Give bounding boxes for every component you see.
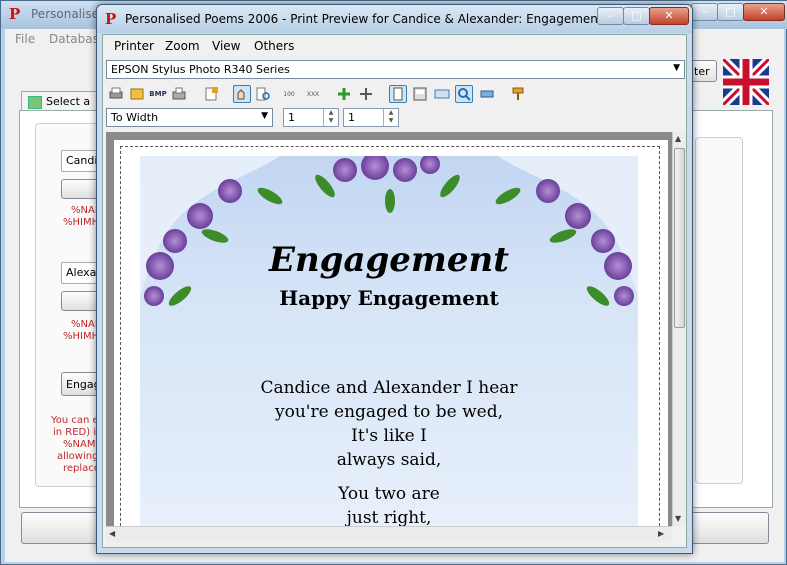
menu-printer[interactable]: Printer <box>114 39 154 53</box>
main-close-button[interactable]: ✕ <box>743 3 785 21</box>
scroll-left-icon[interactable]: ◀ <box>109 529 115 538</box>
scroll-right-icon[interactable]: ▶ <box>658 529 664 538</box>
right-group <box>695 137 743 484</box>
page-from-spinner[interactable]: 1 ▲ ▼ <box>283 108 339 127</box>
tab-icon <box>28 96 42 109</box>
preview-menubar: Printer Zoom View Others <box>103 35 686 59</box>
poem-line-1: Candice and Alexander I hear <box>260 378 518 398</box>
chevron-down-icon: ▼ <box>673 63 680 73</box>
poem-subtitle: Happy Engagement <box>279 286 499 310</box>
zoom-select[interactable]: To Width ▼ <box>106 108 273 127</box>
printer-setup-icon[interactable] <box>170 85 188 103</box>
scroll-down-icon[interactable]: ▼ <box>675 514 681 523</box>
poem-line-3: It's like I <box>351 426 427 446</box>
main-minimize-button[interactable]: – <box>691 3 718 21</box>
page-setup-icon[interactable] <box>202 85 220 103</box>
hand-tool-icon[interactable] <box>233 85 251 103</box>
paint-icon[interactable] <box>509 85 527 103</box>
zoom-xxx-text: XXX <box>306 90 320 98</box>
poem-line-6: just right, <box>346 508 432 526</box>
zoom-100-text: 100 <box>283 90 295 98</box>
main-maximize-button[interactable]: □ <box>717 3 744 21</box>
spinner-arrows-icon[interactable]: ▲ ▼ <box>383 109 398 126</box>
menu-file[interactable]: File <box>15 32 35 46</box>
zoom-width-icon[interactable] <box>254 85 272 103</box>
print-preview-window: P Personalised Poems 2006 - Print Previe… <box>96 4 693 554</box>
printer-select[interactable]: EPSON Stylus Photo R340 Series ▼ <box>106 60 685 79</box>
bmp-icon[interactable]: BMP <box>149 85 167 103</box>
fit-icon[interactable] <box>478 85 496 103</box>
preview-close-button[interactable]: ✕ <box>649 7 689 25</box>
preview-toolbar: BMP 100 XXX <box>103 82 686 106</box>
horizontal-scrollbar[interactable]: ◀ ▶ <box>106 526 672 542</box>
right-partial-button[interactable]: ter <box>691 60 717 82</box>
preview-title-bar: P Personalised Poems 2006 - Print Previe… <box>97 5 692 33</box>
menu-others[interactable]: Others <box>254 39 294 53</box>
preview-logo-icon: P <box>105 10 117 28</box>
multi-page-icon[interactable] <box>433 85 451 103</box>
scroll-thumb[interactable] <box>674 148 685 328</box>
zoom-out-icon[interactable] <box>357 85 375 103</box>
zoom-select-value: To Width <box>111 111 159 124</box>
zoom-100-icon[interactable]: 100 <box>280 85 298 103</box>
poem-line-2: you're engaged to be wed, <box>274 402 504 422</box>
zoom-in-icon[interactable] <box>335 85 353 103</box>
app-logo-icon: P <box>9 5 21 23</box>
zoom-xxx-icon[interactable]: XXX <box>304 85 322 103</box>
single-page-icon[interactable] <box>389 85 407 103</box>
preview-page: Engagement Happy Engagement Candice and … <box>114 140 668 526</box>
uk-flag-icon[interactable] <box>719 55 773 109</box>
poem-line-5: You two are <box>338 484 440 504</box>
poem-title: Engagement <box>269 240 509 280</box>
page-from-value: 1 <box>288 111 295 124</box>
tab-select-style[interactable]: Select a Style <box>21 91 103 121</box>
vertical-scrollbar[interactable]: ▲ ▼ <box>672 132 686 526</box>
poem-line-4: always said, <box>336 450 442 470</box>
preview-minimize-button[interactable]: – <box>597 7 624 25</box>
spinner-arrows-icon[interactable]: ▲ ▼ <box>323 109 338 126</box>
two-page-icon[interactable] <box>411 85 429 103</box>
scroll-up-icon[interactable]: ▲ <box>675 134 681 143</box>
page-to-spinner[interactable]: 1 ▲ ▼ <box>343 108 399 127</box>
zoom-tool-icon[interactable] <box>455 85 473 103</box>
chevron-down-icon: ▼ <box>261 111 268 121</box>
printer-select-value: EPSON Stylus Photo R340 Series <box>111 63 290 76</box>
menu-view[interactable]: View <box>212 39 240 53</box>
preview-canvas[interactable]: Engagement Happy Engagement Candice and … <box>106 132 672 526</box>
preview-client-area: Printer Zoom View Others EPSON Stylus Ph… <box>102 34 687 548</box>
page-to-value: 1 <box>348 111 355 124</box>
menu-zoom[interactable]: Zoom <box>165 39 200 53</box>
preview-maximize-button[interactable]: □ <box>623 7 650 25</box>
print-icon[interactable] <box>107 85 125 103</box>
poem-artwork: Engagement Happy Engagement Candice and … <box>140 156 638 526</box>
preview-window-title: Personalised Poems 2006 - Print Preview … <box>125 12 603 26</box>
export-icon[interactable] <box>128 85 146 103</box>
